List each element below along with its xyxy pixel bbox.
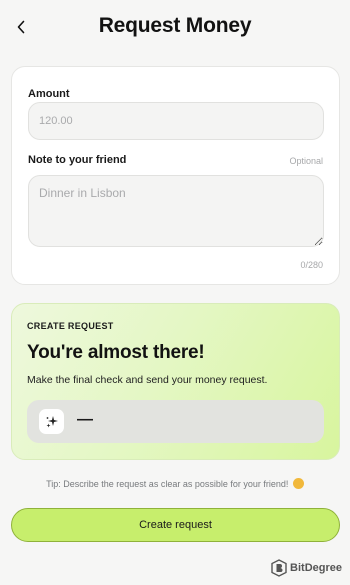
optional-hint: Optional <box>289 156 323 166</box>
tip-label: Tip: Describe the request as clear as po… <box>46 479 289 489</box>
preview-value: — <box>77 411 93 428</box>
sparkle-icon <box>46 415 58 427</box>
bitdegree-logo-icon <box>271 559 287 577</box>
page-title: Request Money <box>98 14 252 37</box>
create-request-summary-card: CREATE REQUEST You're almost there! Make… <box>11 303 340 460</box>
character-counter: 0/280 <box>300 260 323 270</box>
tip-text: Tip: Describe the request as clear as po… <box>0 478 350 489</box>
summary-title: You're almost there! <box>27 342 205 363</box>
amount-input[interactable] <box>28 102 324 140</box>
note-textarea[interactable] <box>28 175 324 247</box>
summary-subtitle: Make the final check and send your money… <box>27 374 268 386</box>
sparkle-badge <box>39 409 64 434</box>
smiling-face-icon <box>292 478 304 489</box>
amount-label: Amount <box>28 88 70 100</box>
section-caption: CREATE REQUEST <box>27 321 114 331</box>
bitdegree-watermark: BitDegree <box>271 558 342 578</box>
note-label: Note to your friend <box>28 154 127 166</box>
request-preview-box: — <box>27 400 324 443</box>
watermark-text: BitDegree <box>290 562 342 574</box>
create-request-button[interactable]: Create request <box>11 508 340 542</box>
request-form-card: Amount Note to your friend Optional 0/28… <box>11 66 340 285</box>
header: Request Money <box>0 0 350 56</box>
